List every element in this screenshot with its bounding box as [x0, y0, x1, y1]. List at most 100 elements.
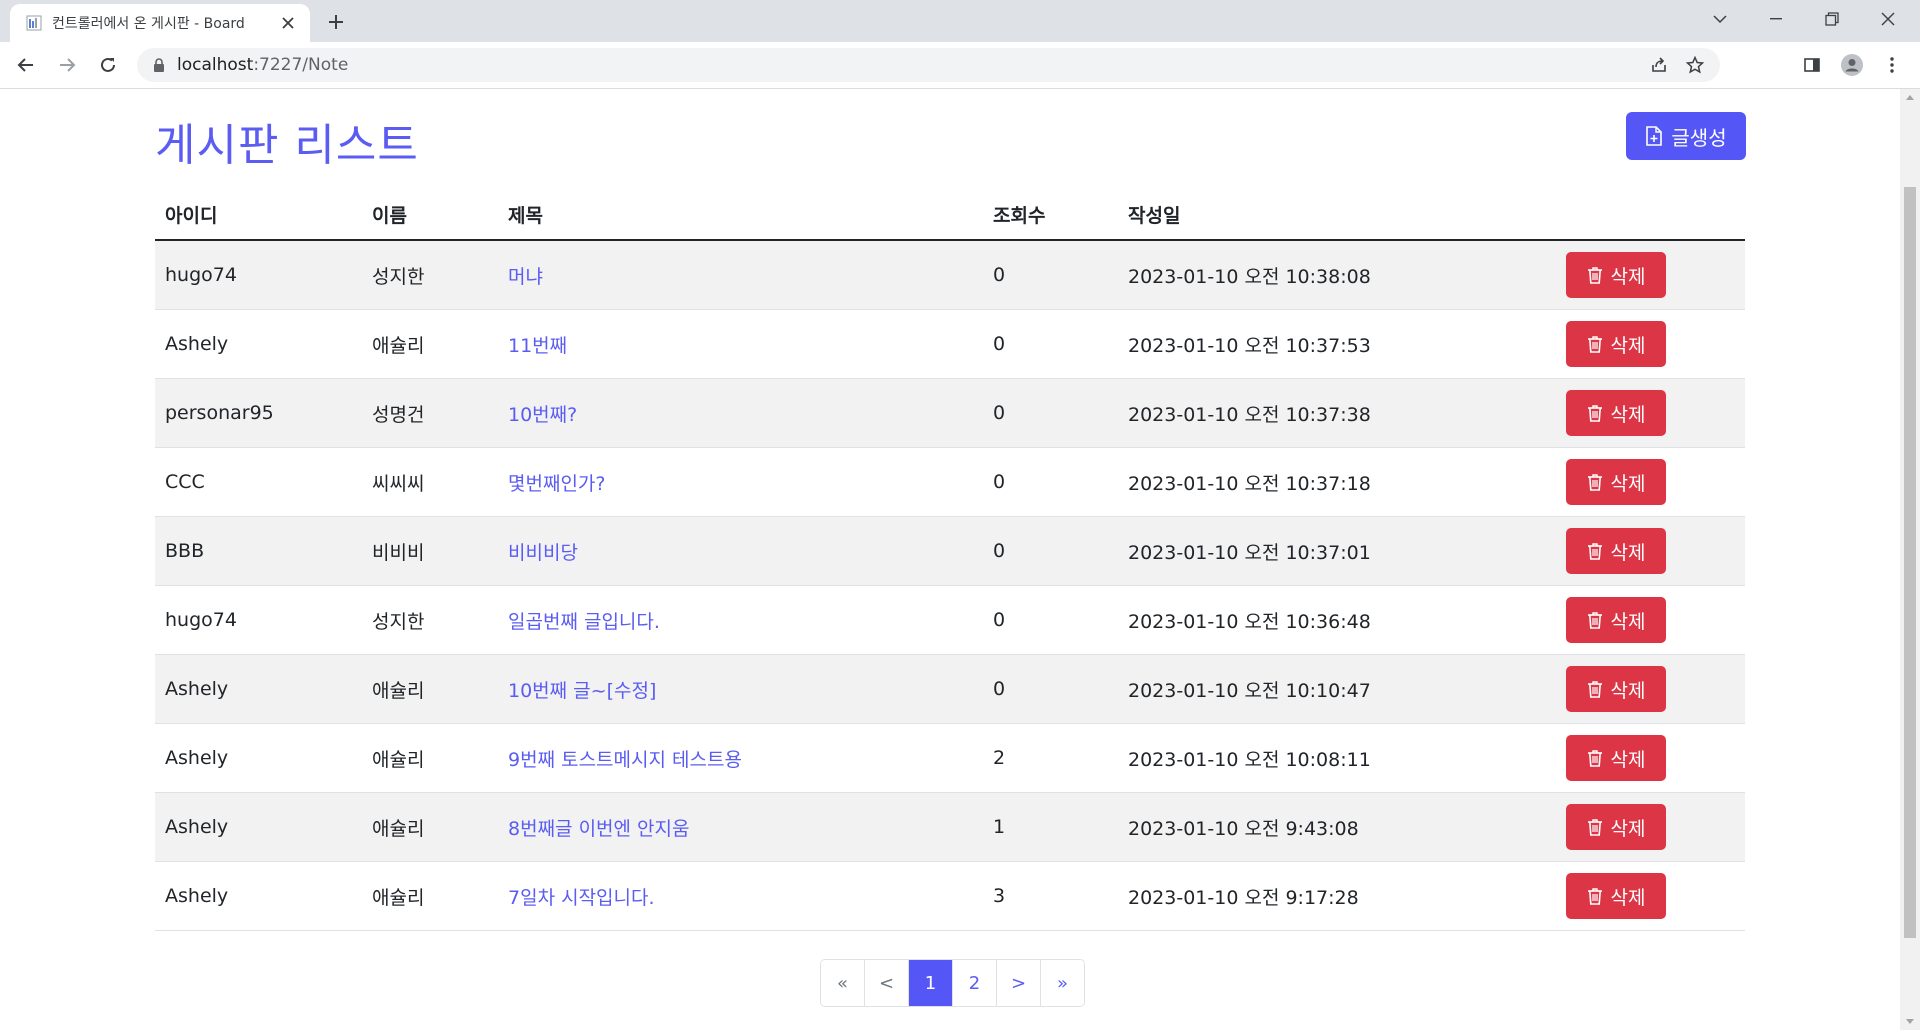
lock-icon[interactable]	[151, 57, 167, 73]
cell-views: 0	[983, 447, 1118, 517]
cell-date: 2023-01-10 오전 10:10:47	[1118, 654, 1547, 724]
tab-close-icon[interactable]	[278, 13, 298, 33]
close-window-icon[interactable]	[1860, 0, 1916, 38]
cell-date: 2023-01-10 오전 10:08:11	[1118, 723, 1547, 793]
profile-avatar-icon[interactable]	[1838, 51, 1866, 79]
pagination-next[interactable]: >	[996, 960, 1040, 1006]
cell-date: 2023-01-10 오전 9:43:08	[1118, 792, 1547, 862]
delete-button[interactable]: 삭제	[1566, 873, 1666, 919]
cell-name: 성지한	[362, 240, 498, 310]
create-post-button[interactable]: 글생성	[1626, 112, 1746, 160]
trash-icon	[1587, 819, 1602, 836]
cell-views: 0	[983, 585, 1118, 655]
cell-id: Ashely	[155, 723, 362, 793]
post-title-link[interactable]: 10번째 글~[수정]	[508, 680, 656, 702]
browser-toolbar: localhost:7227/Note	[0, 42, 1920, 89]
browser-menu-icon[interactable]	[1878, 51, 1906, 79]
share-icon[interactable]	[1645, 51, 1673, 79]
pagination-last[interactable]: »	[1040, 960, 1084, 1006]
delete-button[interactable]: 삭제	[1566, 666, 1666, 712]
address-bar[interactable]: localhost:7227/Note	[137, 48, 1720, 82]
cell-name: 애슐리	[362, 309, 498, 379]
cell-id: CCC	[155, 447, 362, 517]
post-title-link[interactable]: 9번째 토스트메시지 테스트용	[508, 749, 742, 771]
cell-actions: 삭제	[1547, 861, 1745, 931]
cell-name: 애슐리	[362, 654, 498, 724]
cell-id: Ashely	[155, 861, 362, 931]
post-title-link[interactable]: 10번째?	[508, 404, 577, 426]
delete-button[interactable]: 삭제	[1566, 597, 1666, 643]
delete-label: 삭제	[1610, 679, 1646, 702]
cell-views: 1	[983, 792, 1118, 862]
reload-icon[interactable]	[94, 51, 122, 79]
cell-id: Ashely	[155, 654, 362, 724]
cell-name: 성지한	[362, 585, 498, 655]
delete-button[interactable]: 삭제	[1566, 528, 1666, 574]
cell-subject: 일곱번째 글입니다.	[498, 585, 983, 655]
post-title-link[interactable]: 머냐	[508, 266, 543, 288]
cell-date: 2023-01-10 오전 10:37:53	[1118, 309, 1547, 379]
table-row: CCC 씨씨씨 몇번째인가? 0 2023-01-10 오전 10:37:18 삭제	[155, 447, 1745, 517]
minimize-icon[interactable]	[1748, 0, 1804, 38]
post-title-link[interactable]: 7일차 시작입니다.	[508, 887, 655, 909]
cell-date: 2023-01-10 오전 10:38:08	[1118, 240, 1547, 310]
table-row: Ashely 애슐리 10번째 글~[수정] 0 2023-01-10 오전 10:10…	[155, 654, 1745, 724]
post-title-link[interactable]: 8번째글 이번엔 안지움	[508, 818, 690, 840]
cell-subject: 10번째?	[498, 378, 983, 448]
cell-subject: 몇번째인가?	[498, 447, 983, 517]
cell-views: 0	[983, 309, 1118, 379]
pagination-prev[interactable]: <	[864, 960, 908, 1006]
tab-search-icon[interactable]	[1692, 0, 1748, 38]
delete-button[interactable]: 삭제	[1566, 459, 1666, 505]
cell-actions: 삭제	[1547, 447, 1745, 517]
tab-title: 컨트롤러에서 온 게시판 - Board	[52, 16, 245, 32]
table-row: Ashely 애슐리 9번째 토스트메시지 테스트용 2 2023-01-10 오전 1…	[155, 723, 1745, 793]
delete-label: 삭제	[1610, 610, 1646, 633]
delete-button[interactable]: 삭제	[1566, 804, 1666, 850]
pagination-page-2[interactable]: 2	[952, 960, 996, 1006]
trash-icon	[1587, 405, 1602, 422]
cell-subject: 비비비당	[498, 516, 983, 586]
page-favicon-icon	[26, 15, 42, 31]
cell-date: 2023-01-10 오전 10:37:01	[1118, 516, 1547, 586]
back-arrow-icon[interactable]	[12, 51, 40, 79]
page-viewport: 게시판 리스트 글생성 아이디 이름 제목 조회수 작성일 hugo74 성지한 머…	[0, 89, 1900, 1030]
delete-label: 삭제	[1610, 403, 1646, 426]
delete-button[interactable]: 삭제	[1566, 390, 1666, 436]
pagination-page-1[interactable]: 1	[908, 960, 952, 1006]
delete-button[interactable]: 삭제	[1566, 735, 1666, 781]
side-panel-icon[interactable]	[1798, 51, 1826, 79]
column-header-actions	[1547, 189, 1745, 241]
scrollbar-thumb[interactable]	[1904, 187, 1916, 938]
trash-icon	[1587, 888, 1602, 905]
forward-arrow-icon[interactable]	[53, 51, 81, 79]
column-header-views: 조회수	[983, 189, 1118, 241]
column-header-date: 작성일	[1118, 189, 1547, 241]
table-row: Ashely 애슐리 8번째글 이번엔 안지움 1 2023-01-10 오전 9:43…	[155, 792, 1745, 862]
cell-subject: 9번째 토스트메시지 테스트용	[498, 723, 983, 793]
post-title-link[interactable]: 11번째	[508, 335, 567, 357]
browser-tab[interactable]: 컨트롤러에서 온 게시판 - Board	[10, 4, 310, 42]
delete-label: 삭제	[1610, 472, 1646, 495]
cell-date: 2023-01-10 오전 10:37:18	[1118, 447, 1547, 517]
delete-button[interactable]: 삭제	[1566, 321, 1666, 367]
cell-id: Ashely	[155, 309, 362, 379]
pagination-first[interactable]: «	[821, 960, 864, 1006]
cell-actions: 삭제	[1547, 654, 1745, 724]
cell-views: 0	[983, 654, 1118, 724]
scroll-up-arrow-icon[interactable]	[1904, 91, 1916, 103]
cell-date: 2023-01-10 오전 10:37:38	[1118, 378, 1547, 448]
url-path: :7227/Note	[253, 55, 349, 75]
delete-label: 삭제	[1610, 817, 1646, 840]
delete-button[interactable]: 삭제	[1566, 252, 1666, 298]
table-row: personar95 성명건 10번째? 0 2023-01-10 오전 10:37:3…	[155, 378, 1745, 448]
post-title-link[interactable]: 비비비당	[508, 542, 578, 564]
trash-icon	[1587, 750, 1602, 767]
bookmark-star-icon[interactable]	[1681, 51, 1709, 79]
restore-icon[interactable]	[1804, 0, 1860, 38]
table-row: Ashely 애슐리 7일차 시작입니다. 3 2023-01-10 오전 9:17:2…	[155, 861, 1745, 931]
new-tab-icon[interactable]	[324, 10, 348, 34]
scroll-down-arrow-icon[interactable]	[1904, 1016, 1916, 1028]
post-title-link[interactable]: 일곱번째 글입니다.	[508, 611, 660, 633]
post-title-link[interactable]: 몇번째인가?	[508, 473, 606, 495]
